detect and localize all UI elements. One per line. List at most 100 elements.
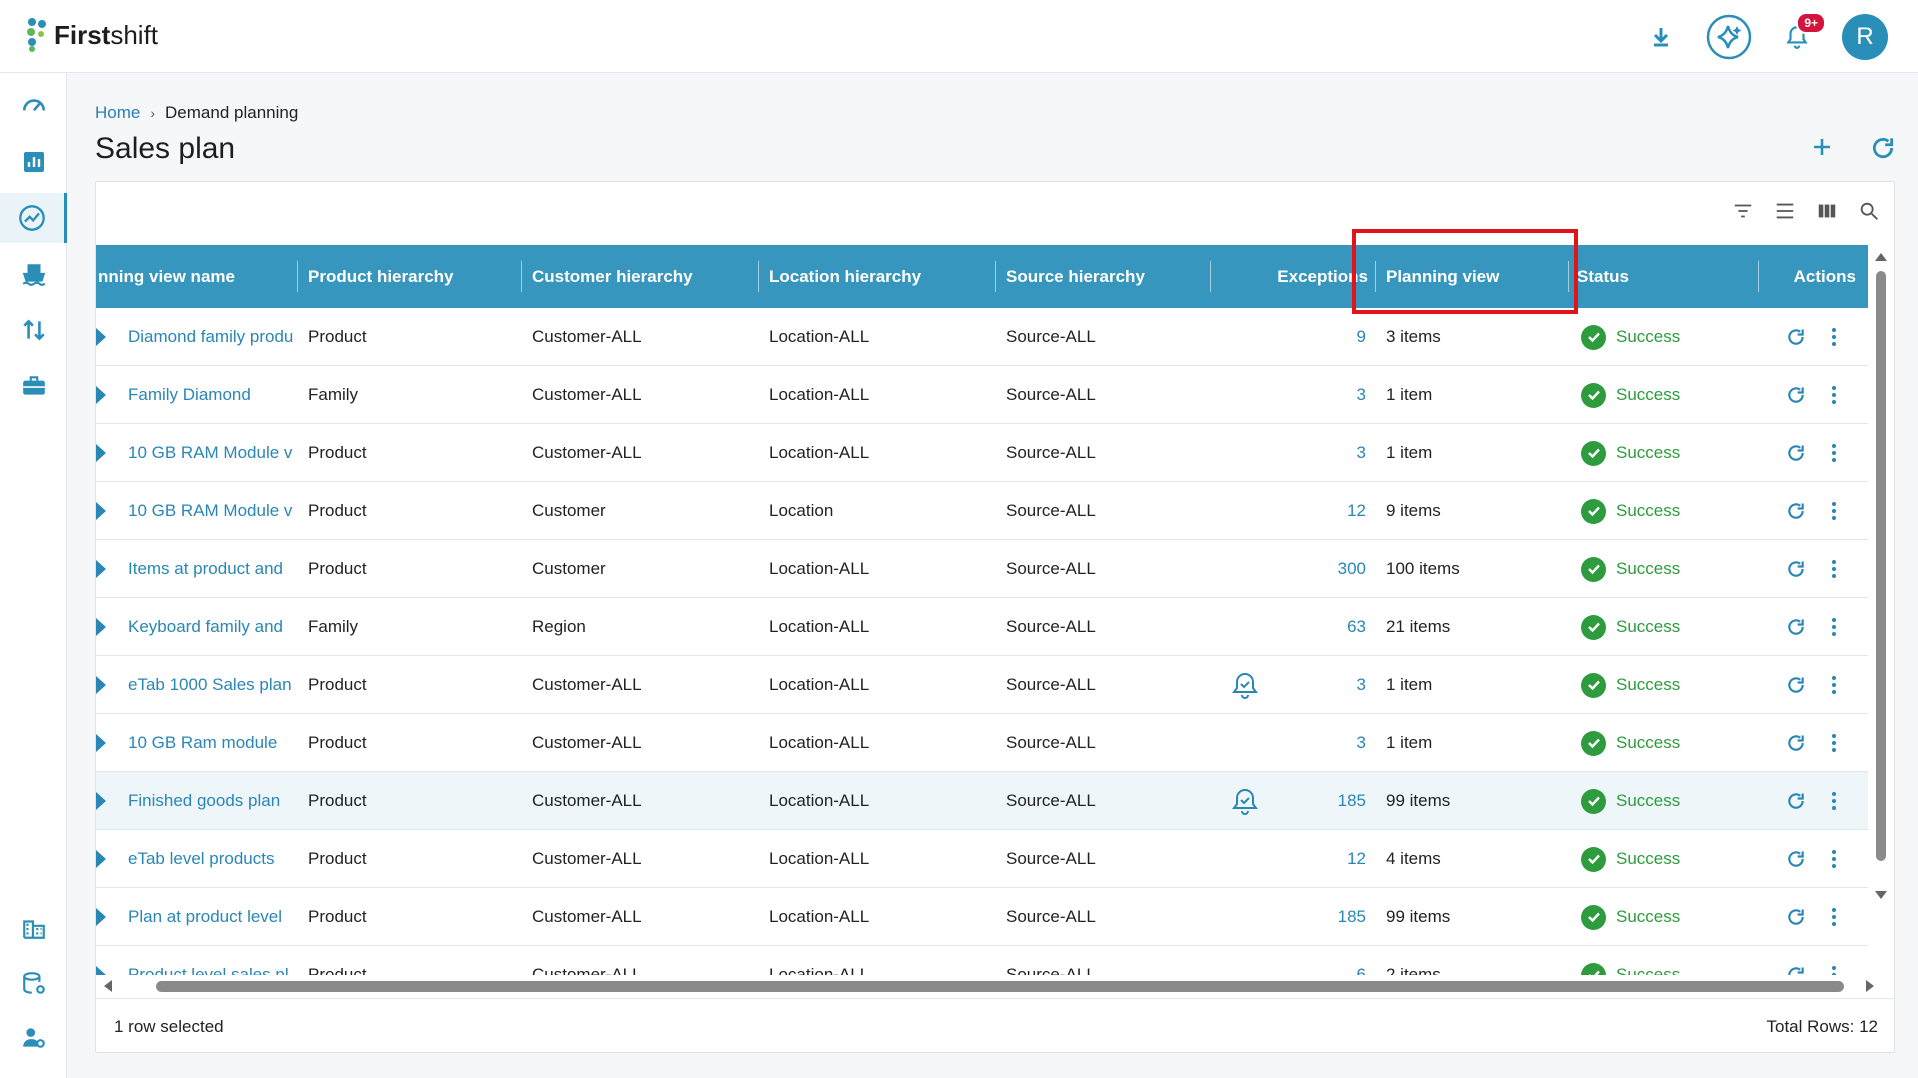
organization-building-icon[interactable] bbox=[0, 903, 67, 953]
column-header-product-hierarchy[interactable]: Product hierarchy bbox=[298, 245, 522, 308]
row-more-options-icon[interactable] bbox=[1831, 888, 1851, 946]
row-more-options-icon[interactable] bbox=[1831, 308, 1851, 366]
plan-name-link[interactable]: Finished goods plan bbox=[128, 772, 298, 830]
table-row[interactable]: 10 GB Ram module Product Customer-ALL Locat… bbox=[96, 714, 1868, 772]
notification-bell-icon[interactable]: 9+ bbox=[1774, 12, 1826, 60]
filter-icon[interactable] bbox=[1732, 200, 1754, 227]
row-expand-caret-icon[interactable] bbox=[96, 966, 106, 975]
firstshift-logo[interactable]: Firstshift bbox=[26, 18, 158, 52]
column-header-status[interactable]: Status bbox=[1569, 245, 1759, 308]
plan-name-link[interactable]: Keyboard family and bbox=[128, 598, 298, 656]
list-density-icon[interactable] bbox=[1774, 200, 1796, 227]
table-row[interactable]: Plan at product level Product Customer-ALL… bbox=[96, 888, 1868, 946]
table-row[interactable]: Keyboard family and Family Region Location-… bbox=[96, 598, 1868, 656]
breadcrumb-home-link[interactable]: Home bbox=[95, 103, 140, 123]
row-refresh-icon[interactable] bbox=[1786, 482, 1816, 540]
row-expand-caret-icon[interactable] bbox=[96, 850, 106, 868]
row-more-options-icon[interactable] bbox=[1831, 424, 1851, 482]
row-refresh-icon[interactable] bbox=[1786, 540, 1816, 598]
table-row[interactable]: Finished goods plan Product Customer-ALL Lo… bbox=[96, 772, 1868, 830]
exceptions-count-link[interactable]: 3 bbox=[1276, 714, 1366, 772]
shipping-ship-icon[interactable] bbox=[0, 249, 67, 299]
row-more-options-icon[interactable] bbox=[1831, 772, 1851, 830]
plan-name-link[interactable]: Product level sales pl bbox=[128, 946, 298, 975]
table-row[interactable]: Items at product and Product Customer Locat… bbox=[96, 540, 1868, 598]
database-settings-icon[interactable] bbox=[0, 959, 67, 1009]
column-header-actions[interactable]: Actions bbox=[1759, 245, 1868, 308]
row-more-options-icon[interactable] bbox=[1831, 366, 1851, 424]
plan-name-link[interactable]: Diamond family produ bbox=[128, 308, 298, 366]
row-expand-caret-icon[interactable] bbox=[96, 908, 106, 926]
vertical-scrollbar[interactable] bbox=[1870, 245, 1892, 965]
user-avatar[interactable]: R bbox=[1842, 14, 1888, 60]
table-row[interactable]: 10 GB RAM Module v Product Customer Locatio… bbox=[96, 482, 1868, 540]
plan-name-link[interactable]: 10 GB RAM Module v bbox=[128, 482, 298, 540]
download-icon[interactable] bbox=[1638, 14, 1684, 60]
row-refresh-icon[interactable] bbox=[1786, 830, 1816, 888]
row-more-options-icon[interactable] bbox=[1831, 598, 1851, 656]
exceptions-count-link[interactable]: 185 bbox=[1276, 772, 1366, 830]
table-row[interactable]: 10 GB RAM Module v Product Customer-ALL Loc… bbox=[96, 424, 1868, 482]
row-more-options-icon[interactable] bbox=[1831, 830, 1851, 888]
horizontal-scrollbar[interactable] bbox=[96, 975, 1892, 997]
table-row[interactable]: eTab level products Product Customer-ALL Lo… bbox=[96, 830, 1868, 888]
column-header-source-hierarchy[interactable]: Source hierarchy bbox=[996, 245, 1211, 308]
row-more-options-icon[interactable] bbox=[1831, 656, 1851, 714]
column-header-customer-hierarchy[interactable]: Customer hierarchy bbox=[522, 245, 759, 308]
row-expand-caret-icon[interactable] bbox=[96, 502, 106, 520]
user-settings-icon[interactable] bbox=[0, 1013, 67, 1063]
row-refresh-icon[interactable] bbox=[1786, 888, 1816, 946]
columns-icon[interactable] bbox=[1816, 200, 1838, 227]
row-expand-caret-icon[interactable] bbox=[96, 444, 106, 462]
row-more-options-icon[interactable] bbox=[1831, 714, 1851, 772]
table-row[interactable]: eTab 1000 Sales plan Product Customer-ALL L… bbox=[96, 656, 1868, 714]
row-expand-caret-icon[interactable] bbox=[96, 618, 106, 636]
row-more-options-icon[interactable] bbox=[1831, 482, 1851, 540]
row-refresh-icon[interactable] bbox=[1786, 598, 1816, 656]
row-expand-caret-icon[interactable] bbox=[96, 734, 106, 752]
demand-planning-trend-icon[interactable] bbox=[0, 193, 67, 243]
table-row[interactable]: Diamond family produ Product Customer-ALL L… bbox=[96, 308, 1868, 366]
plan-name-link[interactable]: eTab 1000 Sales plan bbox=[128, 656, 298, 714]
row-expand-caret-icon[interactable] bbox=[96, 676, 106, 694]
row-refresh-icon[interactable] bbox=[1786, 366, 1816, 424]
refresh-icon[interactable] bbox=[1870, 135, 1896, 166]
exceptions-count-link[interactable]: 6 bbox=[1276, 946, 1366, 975]
row-refresh-icon[interactable] bbox=[1786, 772, 1816, 830]
row-refresh-icon[interactable] bbox=[1786, 656, 1816, 714]
exceptions-count-link[interactable]: 3 bbox=[1276, 366, 1366, 424]
exceptions-count-link[interactable]: 185 bbox=[1276, 888, 1366, 946]
row-refresh-icon[interactable] bbox=[1786, 308, 1816, 366]
row-more-options-icon[interactable] bbox=[1831, 540, 1851, 598]
ai-sparkle-icon[interactable] bbox=[1706, 14, 1752, 60]
exceptions-count-link[interactable]: 9 bbox=[1276, 308, 1366, 366]
column-header-location-hierarchy[interactable]: Location hierarchy bbox=[759, 245, 996, 308]
exceptions-count-link[interactable]: 3 bbox=[1276, 424, 1366, 482]
row-refresh-icon[interactable] bbox=[1786, 424, 1816, 482]
exceptions-count-link[interactable]: 63 bbox=[1276, 598, 1366, 656]
column-header-planning-view-name[interactable]: nning view name bbox=[96, 245, 298, 308]
row-refresh-icon[interactable] bbox=[1786, 946, 1816, 975]
row-expand-caret-icon[interactable] bbox=[96, 792, 106, 810]
plan-name-link[interactable]: Plan at product level bbox=[128, 888, 298, 946]
add-plus-icon[interactable] bbox=[1810, 135, 1834, 166]
row-more-options-icon[interactable] bbox=[1831, 946, 1851, 975]
row-expand-caret-icon[interactable] bbox=[96, 386, 106, 404]
row-expand-caret-icon[interactable] bbox=[96, 328, 106, 346]
plan-name-link[interactable]: 10 GB RAM Module v bbox=[128, 424, 298, 482]
plan-name-link[interactable]: eTab level products bbox=[128, 830, 298, 888]
row-expand-caret-icon[interactable] bbox=[96, 560, 106, 578]
search-icon[interactable] bbox=[1858, 200, 1880, 227]
supply-flow-icon[interactable] bbox=[0, 305, 67, 355]
plan-name-link[interactable]: Family Diamond bbox=[128, 366, 298, 424]
exceptions-count-link[interactable]: 12 bbox=[1276, 830, 1366, 888]
briefcase-icon[interactable] bbox=[0, 361, 67, 411]
exceptions-count-link[interactable]: 3 bbox=[1276, 656, 1366, 714]
row-refresh-icon[interactable] bbox=[1786, 714, 1816, 772]
exception-alert-bell-icon[interactable] bbox=[1229, 772, 1269, 830]
exception-alert-bell-icon[interactable] bbox=[1229, 656, 1269, 714]
horizontal-scrollbar-thumb[interactable] bbox=[156, 981, 1844, 992]
dashboard-gauge-icon[interactable] bbox=[0, 81, 67, 131]
plan-name-link[interactable]: Items at product and bbox=[128, 540, 298, 598]
exceptions-count-link[interactable]: 300 bbox=[1276, 540, 1366, 598]
